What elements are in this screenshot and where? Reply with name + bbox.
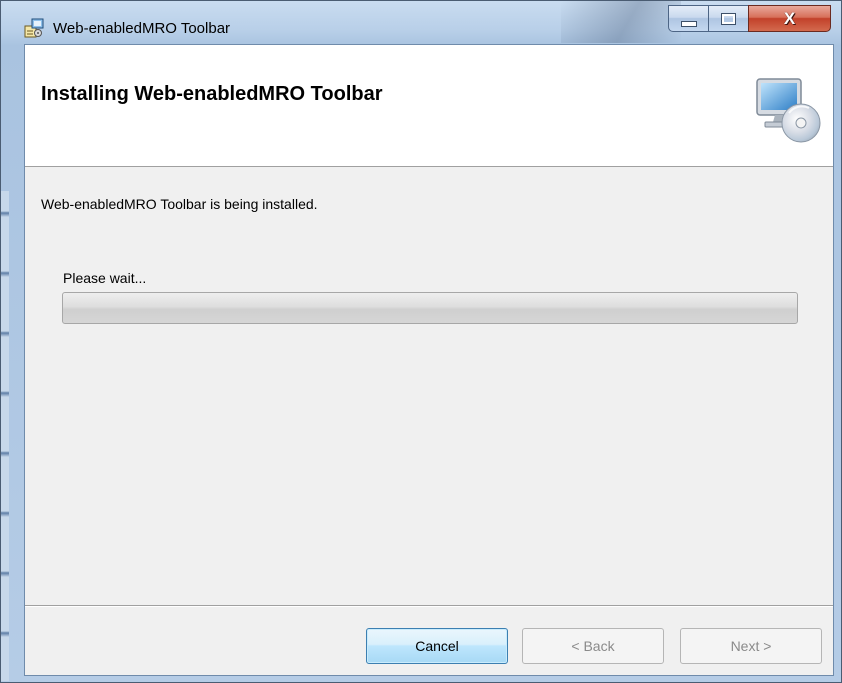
installer-app-icon[interactable] (23, 17, 45, 39)
close-button[interactable]: X (748, 5, 831, 32)
window-title: Web-enabledMRO Toolbar (53, 20, 231, 37)
cancel-button[interactable]: Cancel (366, 628, 508, 664)
footer-divider (25, 605, 833, 607)
maximize-button[interactable] (708, 5, 749, 32)
title-bar-glow (561, 1, 681, 43)
page-title: Installing Web-enabledMRO Toolbar (41, 83, 383, 105)
minimize-button[interactable] (668, 5, 709, 32)
minimize-icon (680, 20, 697, 27)
install-status-text: Web-enabledMRO Toolbar is being installe… (41, 196, 318, 212)
background-edge (1, 191, 9, 681)
please-wait-label: Please wait... (63, 270, 147, 286)
close-icon: X (783, 8, 796, 28)
next-button[interactable]: Next > (680, 628, 822, 664)
back-button[interactable]: < Back (522, 628, 664, 664)
installer-client-area: Installing Web-enabledMRO Toolbar Web-en… (24, 44, 834, 676)
title-bar[interactable]: Web-enabledMRO Toolbar X (1, 1, 841, 43)
computer-disc-icon (751, 75, 823, 145)
maximize-icon (721, 12, 736, 25)
header-banner: Installing Web-enabledMRO Toolbar (25, 45, 833, 167)
installer-window: Web-enabledMRO Toolbar X Installing Web-… (0, 0, 842, 683)
install-progress-bar (62, 292, 798, 324)
